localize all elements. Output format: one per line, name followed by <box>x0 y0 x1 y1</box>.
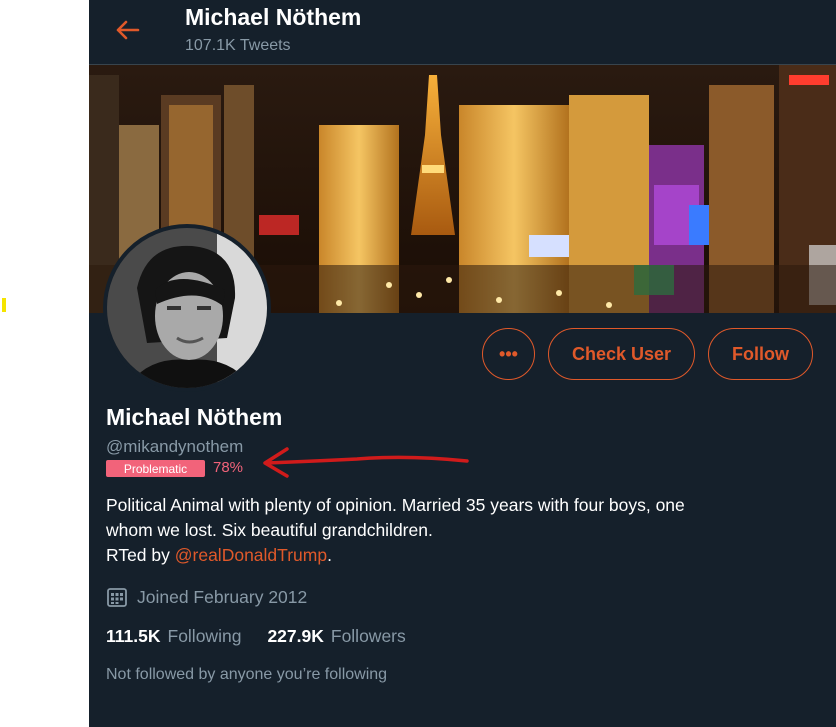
avatar[interactable] <box>103 224 271 392</box>
profile-header-bar: Michael Nöthem 107.1K Tweets <box>89 0 836 65</box>
back-button[interactable] <box>111 16 143 44</box>
joined-date: Joined February 2012 <box>106 586 307 608</box>
followers-count: 227.9K <box>267 626 324 646</box>
following-stat[interactable]: 111.5K Following <box>106 626 241 647</box>
following-count: 111.5K <box>106 626 161 646</box>
following-label: Following <box>167 626 242 646</box>
not-followed-note: Not followed by anyone you’re following <box>106 666 388 683</box>
avatar-photo <box>107 228 267 388</box>
joined-text: Joined February 2012 <box>137 586 308 607</box>
profile-name: Michael Nöthem <box>106 404 283 430</box>
followers-stat[interactable]: 227.9K Followers <box>267 626 405 647</box>
bio-line-2: whom we lost. Six beautiful grandchildre… <box>106 520 433 540</box>
follow-stats: 111.5K Following 227.9K Followers <box>106 626 432 647</box>
follow-button[interactable]: Follow <box>708 328 813 380</box>
profile-handle: @mikandynothem <box>106 437 244 456</box>
annotation-arrow <box>263 447 469 478</box>
arrow-left-icon <box>116 20 140 40</box>
check-user-button[interactable]: Check User <box>548 328 695 380</box>
bio-rt-suffix: . <box>327 545 332 565</box>
profile-panel: Michael Nöthem 107.1K Tweets ••• Check U… <box>89 0 836 727</box>
header-name: Michael Nöthem <box>185 4 362 30</box>
calendar-icon <box>106 586 128 608</box>
problematic-badge: Problematic <box>106 460 205 477</box>
bio-rt-prefix: RTed by <box>106 545 175 565</box>
problematic-percent: 78% <box>213 459 244 476</box>
followers-label: Followers <box>330 626 406 646</box>
bio-line-3: RTed by @realDonaldTrump. <box>106 543 796 568</box>
more-icon: ••• <box>499 343 518 364</box>
more-options-button[interactable]: ••• <box>482 328 535 380</box>
yellow-margin-mark <box>2 298 6 312</box>
mention-link[interactable]: @realDonaldTrump <box>175 545 327 565</box>
header-tweet-count: 107.1K Tweets <box>185 37 291 54</box>
profile-bio: Political Animal with plenty of opinion.… <box>106 493 796 568</box>
bio-line-1: Political Animal with plenty of opinion.… <box>106 495 685 515</box>
